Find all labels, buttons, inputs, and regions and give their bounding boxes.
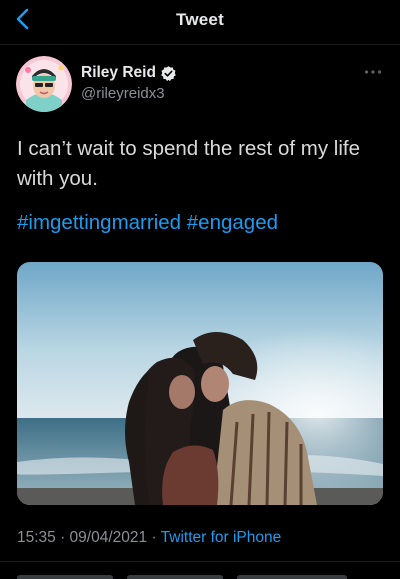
more-options-button[interactable] xyxy=(364,62,382,80)
hashtag-link[interactable]: #engaged xyxy=(187,211,278,234)
tweet-meta: 15:35 · 09/04/2021 · Twitter for iPhone xyxy=(17,529,281,547)
top-bar: Tweet xyxy=(0,0,400,40)
chevron-left-icon xyxy=(16,8,29,30)
tweet-hashtags: #imgettingmarried #engaged xyxy=(17,208,278,238)
more-horizontal-icon xyxy=(364,70,382,74)
tweet-photo[interactable] xyxy=(17,262,383,505)
hashtag-link[interactable]: #imgettingmarried xyxy=(17,211,181,234)
page-title: Tweet xyxy=(176,10,224,29)
verified-badge-icon xyxy=(160,65,177,82)
author-names: Riley Reid @rileyreidx3 xyxy=(81,64,177,102)
tweet-timestamp: 15:35 · 09/04/2021 · xyxy=(17,529,161,546)
avatar[interactable] xyxy=(16,56,72,112)
user-handle[interactable]: @rileyreidx3 xyxy=(81,85,177,102)
meta-divider xyxy=(0,561,400,562)
back-button[interactable] xyxy=(6,2,40,36)
tweet-author: Riley Reid @rileyreidx3 xyxy=(16,56,177,112)
display-name[interactable]: Riley Reid xyxy=(81,64,156,82)
header-divider xyxy=(0,44,400,45)
engagement-stats-row xyxy=(17,571,383,579)
tweet-text: I can’t wait to spend the rest of my lif… xyxy=(17,137,360,190)
name-row: Riley Reid xyxy=(81,64,177,82)
tweet-source-link[interactable]: Twitter for iPhone xyxy=(161,529,282,546)
